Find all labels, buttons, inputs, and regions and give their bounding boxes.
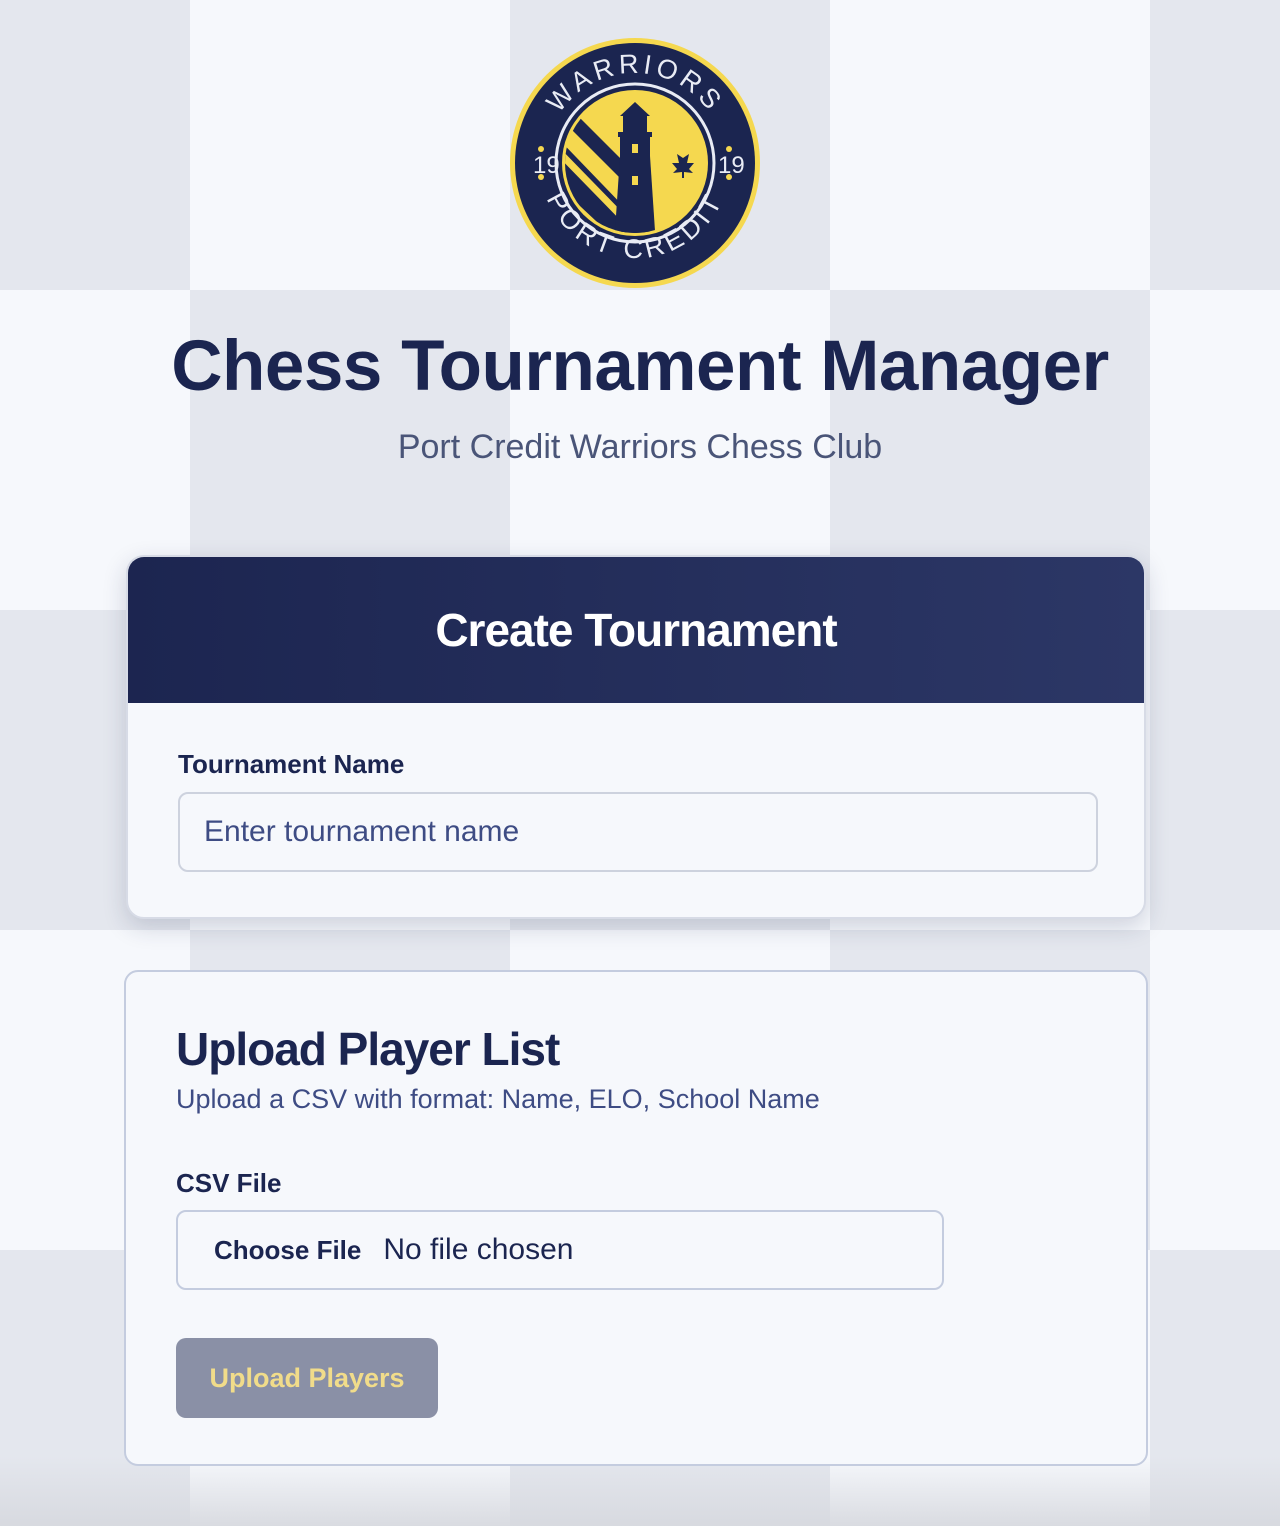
page-title: Chess Tournament Manager (171, 327, 1109, 406)
upload-player-list-heading: Upload Player List (176, 1023, 560, 1075)
create-tournament-header: Create Tournament (128, 557, 1144, 703)
file-status-text: No file chosen (383, 1233, 574, 1266)
logo-year-right: 19 (718, 152, 745, 179)
csv-file-input[interactable]: Choose File No file chosen (176, 1210, 944, 1290)
create-tournament-heading: Create Tournament (435, 604, 837, 656)
create-tournament-card: Create Tournament Tournament Name (126, 555, 1146, 919)
tournament-name-input[interactable] (178, 792, 1098, 872)
club-logo: 19 19 WARRIORS PORT CREDIT (510, 38, 760, 288)
logo-year-left: 19 (533, 152, 560, 179)
upload-player-list-card: Upload Player List Upload a CSV with for… (124, 970, 1148, 1466)
tournament-name-label: Tournament Name (178, 749, 405, 779)
upload-players-button[interactable]: Upload Players (176, 1338, 438, 1418)
upload-format-description: Upload a CSV with format: Name, ELO, Sch… (176, 1084, 820, 1114)
choose-file-button[interactable]: Choose File (214, 1235, 361, 1266)
csv-file-label: CSV File (176, 1168, 282, 1198)
page-subtitle: Port Credit Warriors Chess Club (397, 428, 883, 466)
